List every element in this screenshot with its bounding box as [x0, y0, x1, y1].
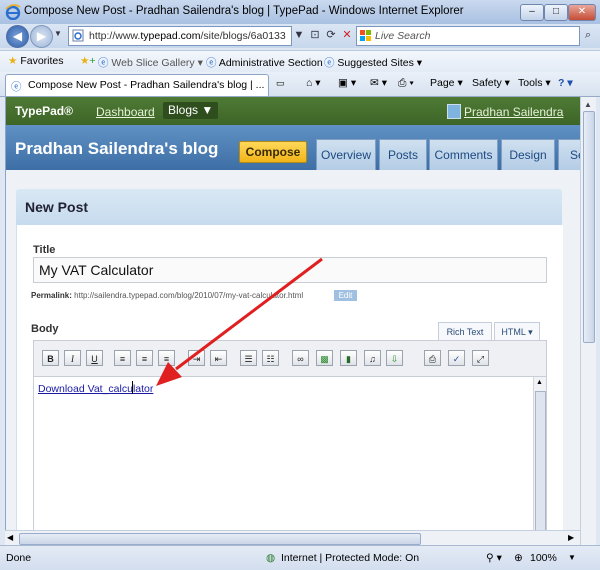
new-tab-button[interactable]: ▭ — [276, 78, 285, 89]
zoom-icon: ⊕ — [514, 552, 523, 564]
home-icon[interactable]: ⌂ ▾ — [306, 77, 321, 89]
tools-menu[interactable]: Tools ▾ — [518, 77, 551, 89]
favorites-button[interactable]: ★ Favorites — [8, 55, 64, 67]
stop-icon[interactable]: ✕ — [339, 27, 355, 43]
close-button[interactable]: ✕ — [568, 4, 596, 21]
url-prefix: http://www. — [89, 30, 141, 42]
status-text: Done — [6, 552, 32, 564]
red-arrow-annotation — [156, 257, 323, 386]
search-placeholder: Live Search — [375, 30, 431, 42]
zoom-dropdown-icon[interactable]: ▼ — [568, 553, 576, 562]
forward-button[interactable]: ▶ — [30, 25, 53, 48]
refresh-icon[interactable]: ⟳ — [323, 27, 339, 43]
favorites-item-suggested[interactable]: ⓔ Suggested Sites ▾ — [324, 55, 422, 70]
ie-logo-icon — [5, 4, 21, 20]
window-title: Compose New Post - Pradhan Sailendra's b… — [24, 5, 464, 17]
page-viewport: TypePad® Dashboard Blogs ▼ Pradhan Saile… — [5, 97, 581, 545]
safety-menu[interactable]: Safety ▾ — [472, 77, 510, 89]
favorites-item-label: Suggested Sites ▾ — [337, 57, 423, 69]
favorites-item-admin[interactable]: ⓔ Administrative Section — [206, 55, 323, 70]
tab-page-icon: ⓔ — [11, 81, 22, 93]
horizontal-scrollbar[interactable]: ◀ ▶ — [5, 530, 580, 546]
compat-view-icon[interactable]: ⊡ — [307, 27, 323, 43]
address-row: ◀ ▶ ▼ http://www.typepad.com/site/blogs/… — [0, 24, 600, 48]
browser-tab[interactable]: ⓔ Compose New Post - Pradhan Sailendra's… — [5, 74, 269, 96]
address-field[interactable]: http://www.typepad.com/site/blogs/6a0133 — [68, 26, 292, 46]
back-button[interactable]: ◀ — [6, 25, 29, 48]
add-favorites-icon[interactable]: ★+ — [80, 55, 96, 67]
page-menu[interactable]: Page ▾ — [430, 77, 463, 89]
history-dropdown-icon[interactable]: ▼ — [54, 29, 62, 38]
favorites-item-label: Administrative Section — [218, 57, 323, 69]
favorites-item-web-slice[interactable]: ⓔ Web Slice Gallery ▾ — [98, 55, 203, 70]
globe-icon: ◍ — [266, 552, 276, 564]
star-icon: ★ — [8, 55, 18, 67]
page-icon — [72, 29, 84, 42]
tab-label: Compose New Post - Pradhan Sailendra's b… — [28, 79, 265, 91]
maximize-button[interactable]: □ — [544, 4, 568, 21]
page-icon: ⓔ — [98, 57, 109, 69]
url-domain: typepad.com — [140, 30, 201, 42]
arrow-shaft — [175, 257, 323, 371]
search-input[interactable]: Live Search — [356, 26, 580, 46]
scroll-left-icon[interactable]: ◀ — [7, 533, 13, 542]
favorites-label: Favorites — [20, 55, 64, 67]
vertical-scroll-thumb[interactable] — [583, 111, 595, 343]
status-bar: Done ◍ Internet | Protected Mode: On ⚲ ▾… — [0, 545, 600, 570]
feeds-icon[interactable]: ▣ ▾ — [338, 77, 356, 89]
ie-window: Compose New Post - Pradhan Sailendra's b… — [0, 0, 600, 570]
suggested-sites-icon: ⓔ — [324, 57, 335, 69]
tab-row: ⓔ Compose New Post - Pradhan Sailendra's… — [0, 72, 600, 97]
zoom-level[interactable]: 100% — [530, 552, 557, 564]
page-icon: ⓔ — [206, 57, 217, 69]
scroll-up-icon[interactable]: ▲ — [584, 100, 592, 109]
favorites-item-label: Web Slice Gallery ▾ — [111, 57, 203, 69]
protected-mode-icon[interactable]: ⚲ ▾ — [486, 552, 502, 564]
vertical-scrollbar[interactable]: ▲ — [580, 97, 596, 545]
address-dropdown-icon[interactable]: ▼ — [291, 27, 307, 43]
print-icon[interactable]: ⎙ ▾ — [398, 77, 414, 90]
scroll-right-icon[interactable]: ▶ — [568, 533, 574, 542]
url-path: /site/blogs/6a0133 — [200, 30, 286, 42]
security-zone[interactable]: Internet | Protected Mode: On — [281, 552, 419, 564]
help-menu[interactable]: ? ▾ — [558, 77, 573, 89]
live-search-icon — [360, 30, 371, 41]
title-bar: Compose New Post - Pradhan Sailendra's b… — [0, 0, 600, 25]
mail-icon[interactable]: ✉ ▾ — [370, 77, 387, 89]
search-icon[interactable]: ⌕ — [580, 27, 596, 43]
minimize-button[interactable]: – — [520, 4, 544, 21]
favorites-bar: ★ Favorites ★+ ⓔ Web Slice Gallery ▾ ⓔ A… — [0, 50, 600, 73]
horizontal-scroll-thumb[interactable] — [19, 533, 421, 545]
